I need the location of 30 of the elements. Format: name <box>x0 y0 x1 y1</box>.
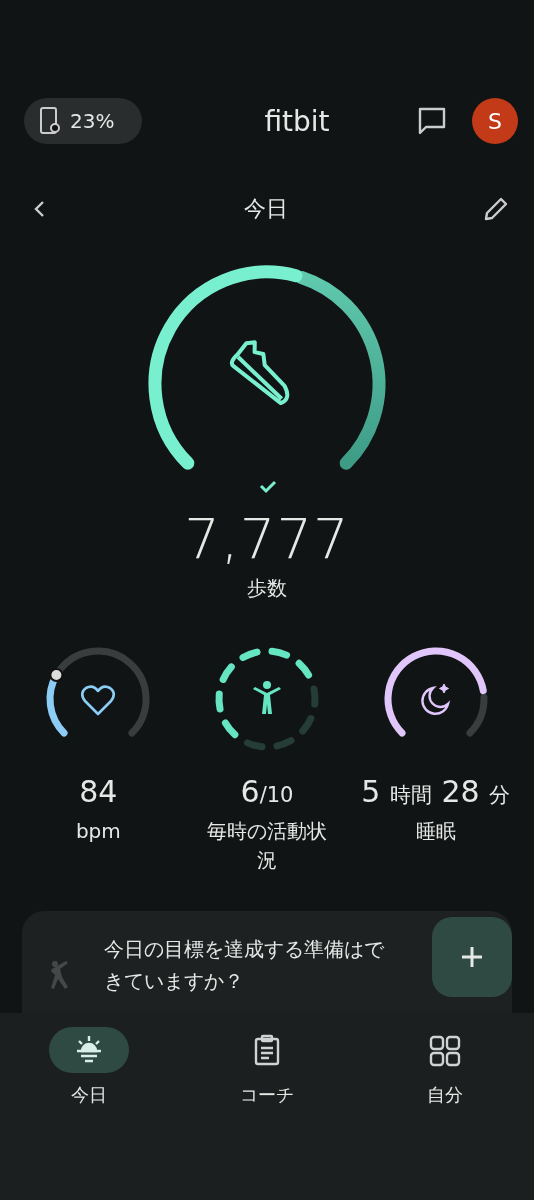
step-label: 歩数 <box>247 575 287 602</box>
page-title: 今日 <box>244 195 288 223</box>
clipboard-icon <box>254 1034 280 1066</box>
shoe-icon <box>229 340 290 406</box>
watch-phone-icon <box>38 106 62 136</box>
nav-tab[interactable]: 今日 <box>0 1013 178 1108</box>
goal-prompt: 今日の目標を達成する準備はできていますか？ <box>104 936 385 995</box>
metric-value: 84 <box>79 774 118 809</box>
sunrise-icon <box>75 1034 103 1063</box>
nav-tab[interactable]: コーチ <box>178 1013 356 1108</box>
avatar[interactable]: S <box>472 98 518 144</box>
plus-icon <box>460 945 484 969</box>
nav-tab[interactable]: 自分 <box>356 1013 534 1108</box>
moon-icon <box>420 683 449 715</box>
metric-value: 5 時間 28 分 <box>361 774 511 809</box>
grid-icon <box>429 1035 461 1067</box>
metric-label: 毎時の活動状況 <box>206 818 328 874</box>
app-logo: fitbit <box>264 104 330 138</box>
add-button[interactable] <box>432 917 512 997</box>
chat-icon[interactable] <box>416 105 448 137</box>
edit-icon[interactable] <box>482 195 510 223</box>
metric-value: 6/10 <box>240 774 294 809</box>
ring-track <box>466 693 488 737</box>
heart-icon <box>81 685 116 716</box>
battery-percent: 23% <box>70 109 115 133</box>
person-icon <box>253 681 281 714</box>
metric-label: bpm <box>74 818 122 845</box>
step-count: 7,777 <box>184 506 350 571</box>
metric-label: 睡眠 <box>414 818 457 845</box>
ring-marker <box>49 668 64 682</box>
